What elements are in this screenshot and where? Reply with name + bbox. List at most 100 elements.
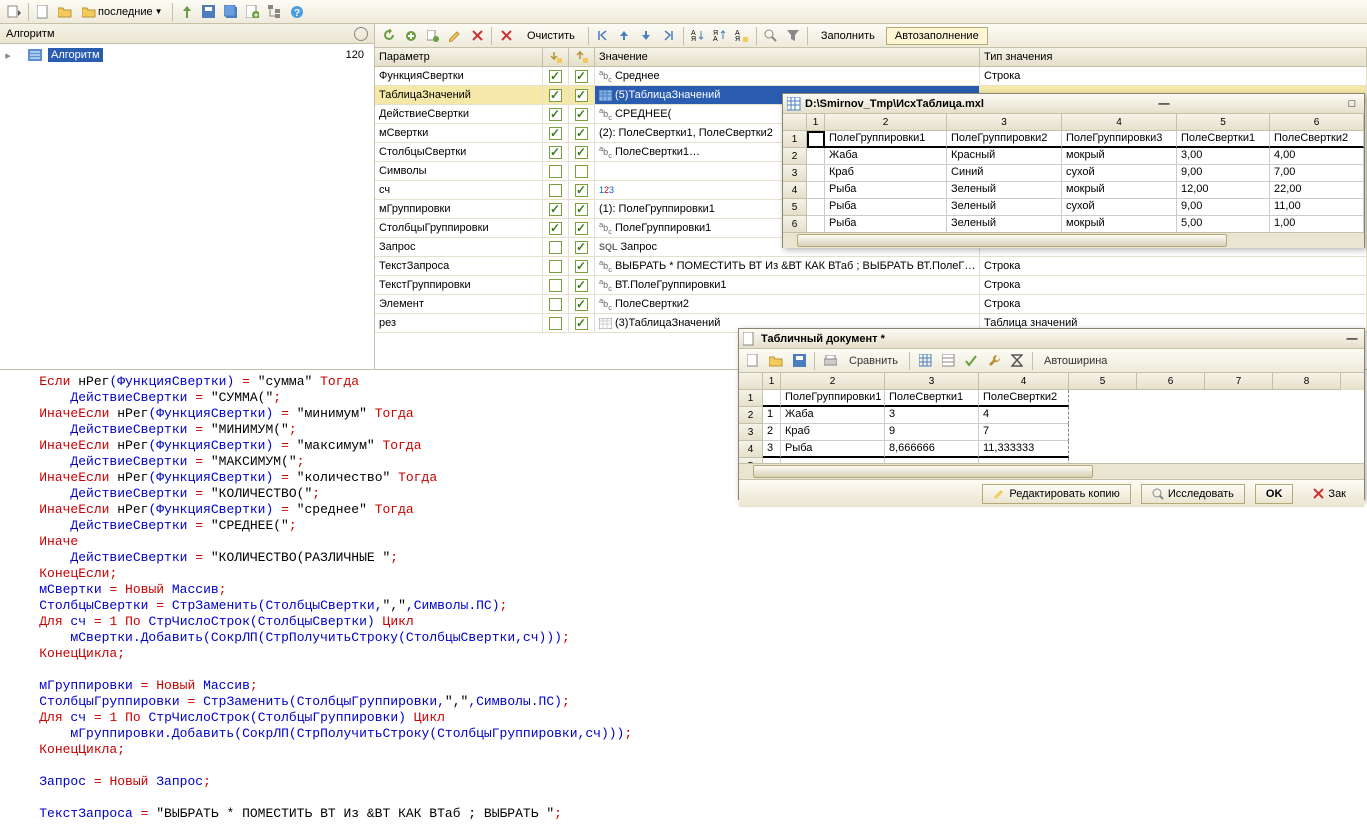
checkbox[interactable]: [549, 260, 562, 273]
move-down-icon[interactable]: [637, 26, 657, 46]
window-titlebar[interactable]: D:\Smirnov_Tmp\ИсхТаблица.mxl — □: [783, 94, 1364, 114]
ok-button[interactable]: OK: [1255, 484, 1294, 504]
tree-icon[interactable]: [265, 2, 285, 22]
checkbox[interactable]: [549, 165, 562, 178]
clear-button[interactable]: Очистить: [518, 27, 584, 45]
explore-button[interactable]: Исследовать: [1141, 484, 1245, 504]
close-button[interactable]: Зак: [1303, 485, 1356, 503]
new-doc-icon[interactable]: [33, 2, 53, 22]
param-row[interactable]: ЭлементabcПолеСвертки2Строка: [375, 295, 1367, 314]
minimize-icon[interactable]: —: [1156, 97, 1172, 111]
autowidth-button[interactable]: Автоширина: [1038, 355, 1113, 367]
checkbox[interactable]: [575, 241, 588, 254]
edit-copy-button[interactable]: Редактировать копию: [982, 484, 1130, 504]
move-up-icon[interactable]: [615, 26, 635, 46]
checkbox[interactable]: [549, 317, 562, 330]
algorithm-header: Алгоритм: [0, 24, 374, 44]
checkbox[interactable]: [575, 108, 588, 121]
refresh-icon[interactable]: [379, 26, 399, 46]
horizontal-scrollbar[interactable]: [739, 463, 1364, 479]
edit-icon[interactable]: [445, 26, 465, 46]
compare-button[interactable]: Сравнить: [843, 355, 904, 367]
filter-icon[interactable]: [783, 26, 803, 46]
checkbox[interactable]: [575, 279, 588, 292]
up-arrow-icon[interactable]: [177, 2, 197, 22]
sort-desc-icon[interactable]: ЯA: [710, 26, 730, 46]
clock-icon[interactable]: [354, 27, 368, 41]
window-title-text: Табличный документ *: [761, 333, 885, 345]
checkbox[interactable]: [549, 127, 562, 140]
param-grid-header: Параметр Значение Тип значения: [375, 48, 1367, 67]
check-icon[interactable]: [961, 351, 981, 371]
checkbox[interactable]: [575, 146, 588, 159]
move-last-icon[interactable]: [659, 26, 679, 46]
checkbox[interactable]: [575, 203, 588, 216]
recent-folder-icon[interactable]: последние▼: [77, 2, 168, 22]
main-toolbar: последние▼ ?: [0, 0, 1367, 24]
grid-icon[interactable]: [915, 351, 935, 371]
fill-button[interactable]: Заполнить: [812, 27, 884, 45]
open-icon[interactable]: [766, 351, 786, 371]
open-folder-icon[interactable]: [55, 2, 75, 22]
checkbox[interactable]: [575, 89, 588, 102]
checkbox[interactable]: [549, 70, 562, 83]
sum-icon[interactable]: [1007, 351, 1027, 371]
new-icon[interactable]: [743, 351, 763, 371]
col-type[interactable]: Тип значения: [980, 48, 1367, 66]
search-icon[interactable]: [761, 26, 781, 46]
checkbox[interactable]: [575, 165, 588, 178]
checkbox[interactable]: [549, 241, 562, 254]
new-dropdown-icon[interactable]: [4, 2, 24, 22]
checkbox[interactable]: [575, 70, 588, 83]
checkbox[interactable]: [549, 184, 562, 197]
clear-x-icon[interactable]: [496, 26, 516, 46]
move-first-icon[interactable]: [593, 26, 613, 46]
param-row[interactable]: ТекстЗапросаabcВЫБРАТЬ * ПОМЕСТИТЬ ВТ Из…: [375, 257, 1367, 276]
wrench-icon[interactable]: [984, 351, 1004, 371]
col-value[interactable]: Значение: [595, 48, 980, 66]
result-document-window[interactable]: Табличный документ * — Сравнить Автошири…: [738, 328, 1365, 500]
param-row[interactable]: ФункцияСверткиabcСреднееСтрока: [375, 67, 1367, 86]
copy-row-icon[interactable]: [423, 26, 443, 46]
add-row-icon[interactable]: [401, 26, 421, 46]
result-spreadsheet[interactable]: 1 2 3 4 5 6 7 8 1ПолеГруппировки1ПолеСве…: [739, 373, 1364, 463]
save-icon[interactable]: [789, 351, 809, 371]
save-icon[interactable]: [199, 2, 219, 22]
checkbox[interactable]: [549, 279, 562, 292]
sort-settings-icon[interactable]: AЯ: [732, 26, 752, 46]
add-icon[interactable]: [243, 2, 263, 22]
checkbox[interactable]: [549, 89, 562, 102]
checkbox[interactable]: [575, 222, 588, 235]
checkbox[interactable]: [575, 127, 588, 140]
checkbox[interactable]: [549, 222, 562, 235]
window-titlebar[interactable]: Табличный документ * —: [739, 329, 1364, 349]
checkbox[interactable]: [575, 184, 588, 197]
checkbox[interactable]: [575, 260, 588, 273]
param-row[interactable]: ТекстГруппировкиabcВТ.ПолеГруппировки1Ст…: [375, 276, 1367, 295]
help-icon[interactable]: ?: [287, 2, 307, 22]
algorithm-tree[interactable]: ▸ Алгоритм 120: [0, 44, 374, 369]
col-check1[interactable]: [543, 48, 569, 66]
col-check2[interactable]: [569, 48, 595, 66]
autofill-button[interactable]: Автозаполнение: [886, 27, 988, 45]
source-spreadsheet[interactable]: 1 2 3 4 5 6 1ПолеГруппировки1ПолеГруппир…: [783, 114, 1364, 232]
print-icon[interactable]: [820, 351, 840, 371]
col-parameter[interactable]: Параметр: [375, 48, 543, 66]
checkbox[interactable]: [575, 298, 588, 311]
checkbox[interactable]: [549, 108, 562, 121]
sort-asc-icon[interactable]: AЯ: [688, 26, 708, 46]
svg-text:A: A: [713, 36, 718, 42]
delete-icon[interactable]: [467, 26, 487, 46]
minimize-icon[interactable]: —: [1344, 332, 1360, 346]
table-icon[interactable]: [938, 351, 958, 371]
checkbox[interactable]: [549, 203, 562, 216]
checkbox[interactable]: [549, 298, 562, 311]
maximize-icon[interactable]: □: [1344, 97, 1360, 111]
svg-text:Я: Я: [691, 36, 696, 42]
checkbox[interactable]: [549, 146, 562, 159]
save-all-icon[interactable]: [221, 2, 241, 22]
source-table-window[interactable]: D:\Smirnov_Tmp\ИсхТаблица.mxl — □ 1 2 3 …: [782, 93, 1365, 248]
horizontal-scrollbar[interactable]: [783, 232, 1364, 248]
tree-item-algorithm[interactable]: ▸ Алгоритм 120: [2, 46, 372, 64]
checkbox[interactable]: [575, 317, 588, 330]
